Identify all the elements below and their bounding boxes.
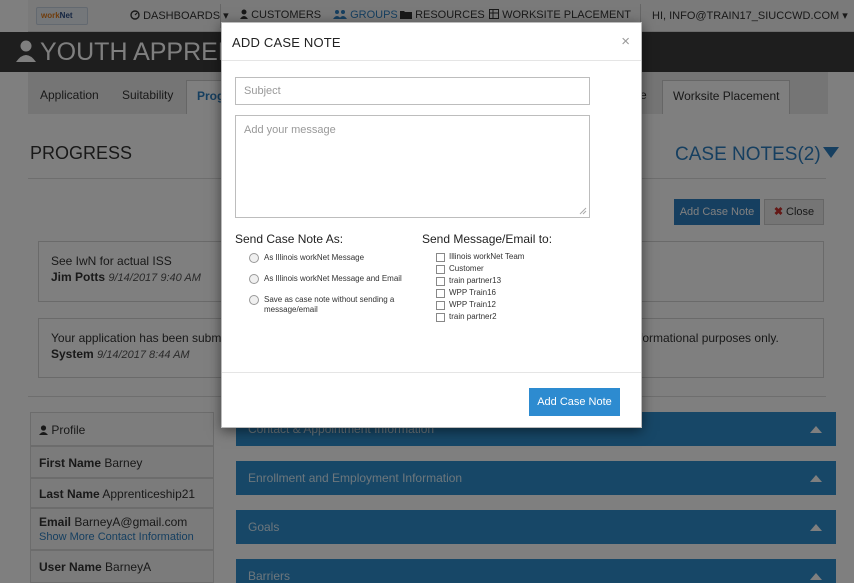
radio-button[interactable] (249, 253, 259, 263)
send-to-label: Send Message/Email to: (422, 232, 553, 246)
radio-button[interactable] (249, 274, 259, 284)
modal-header-divider (222, 60, 641, 61)
modal-title: ADD CASE NOTE (232, 35, 341, 50)
checkbox[interactable] (436, 301, 445, 310)
resize-grip-icon[interactable] (579, 207, 587, 215)
checkbox[interactable] (436, 289, 445, 298)
modal-footer-divider (222, 372, 641, 373)
close-icon[interactable]: × (621, 34, 630, 49)
checkbox[interactable] (436, 313, 445, 322)
checkbox[interactable] (436, 277, 445, 286)
checkbox[interactable] (436, 265, 445, 274)
add-case-note-modal: ADD CASE NOTE × Send Case Note As: As Il… (221, 22, 642, 428)
checkbox[interactable] (436, 253, 445, 262)
subject-input[interactable] (235, 77, 590, 105)
message-textarea[interactable] (235, 115, 590, 218)
radio-button[interactable] (249, 295, 259, 305)
send-as-label: Send Case Note As: (235, 232, 344, 246)
add-case-note-button[interactable]: Add Case Note (529, 388, 620, 416)
